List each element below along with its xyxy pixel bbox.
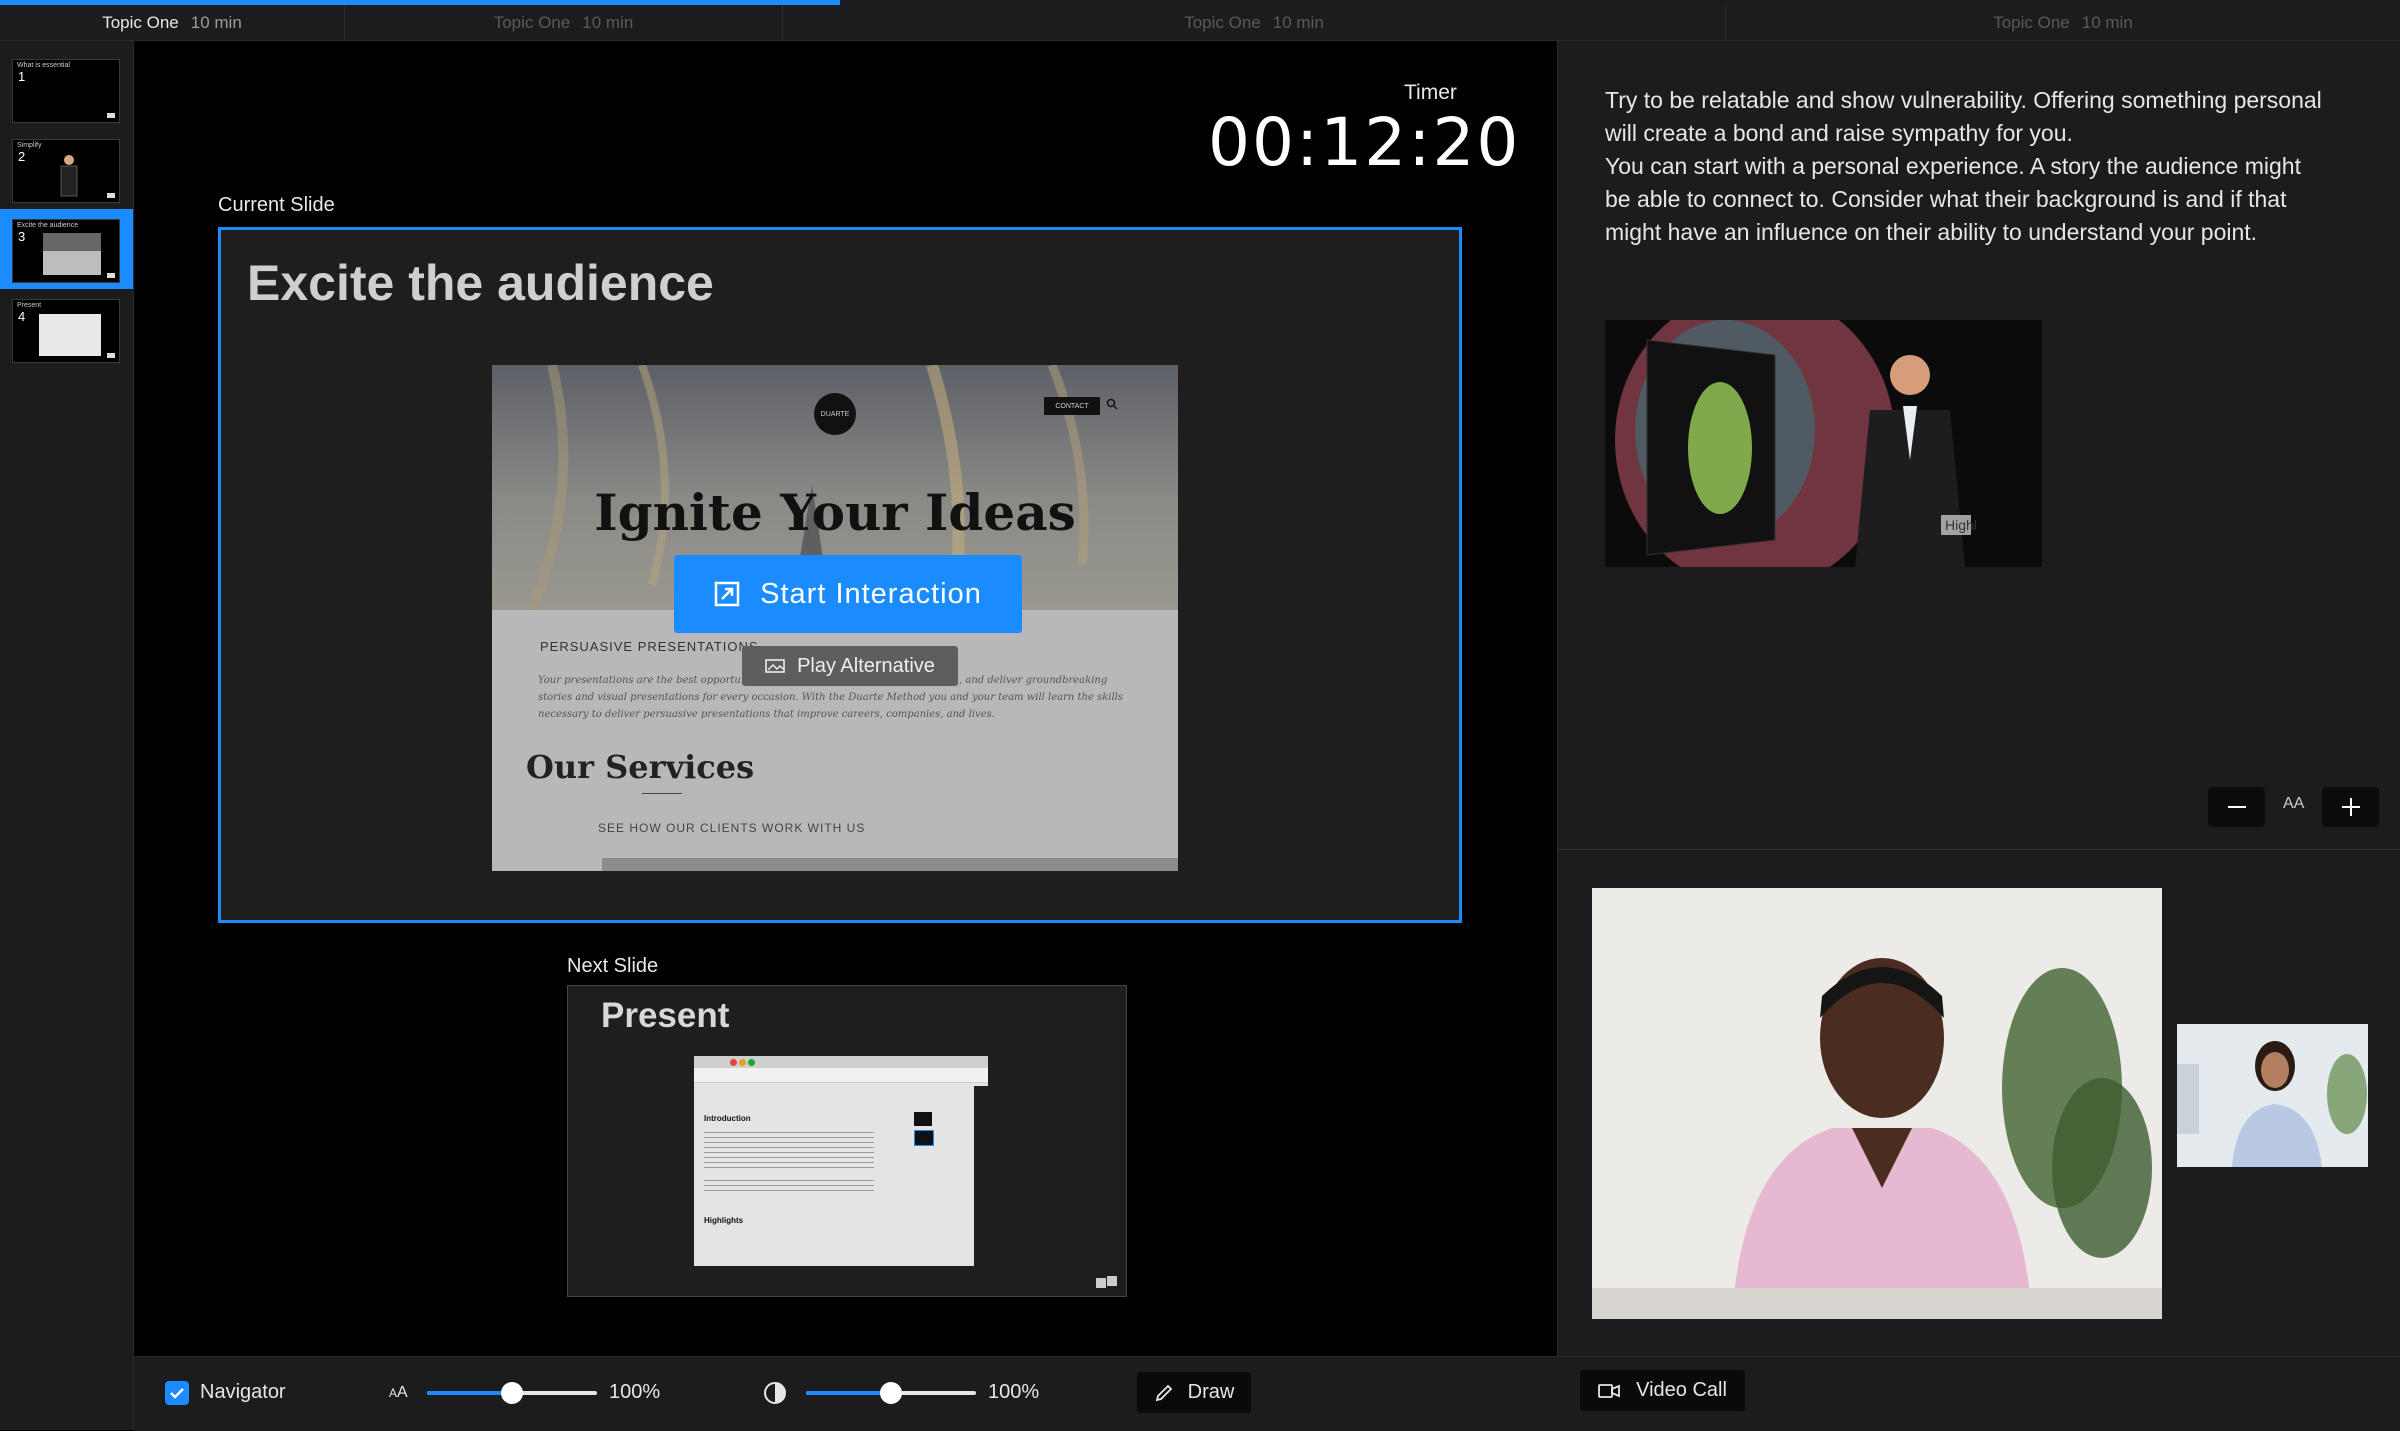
contrast-slider-fill (806, 1391, 891, 1395)
interaction-badge-icon (1096, 1276, 1117, 1288)
preview-heading: Introduction (704, 1114, 751, 1123)
next-slide-preview: Introduction Highlights (694, 1056, 988, 1266)
web-section-label: PERSUASIVE PRESENTATIONS (540, 639, 759, 654)
web-clients-link: SEE HOW OUR CLIENTS WORK WITH US (598, 821, 866, 835)
web-image-strip (602, 858, 1178, 871)
search-icon (1106, 398, 1118, 413)
thumbnail-preview (39, 314, 101, 356)
slide-thumbnail-4[interactable]: Present 4 (0, 289, 133, 369)
video-camera-icon (1598, 1383, 1620, 1398)
open-external-icon (714, 581, 740, 607)
slide-title: Excite the audience (247, 255, 714, 311)
font-scale-slider-knob[interactable] (501, 1382, 523, 1404)
topic-duration: 10 min (1272, 12, 1324, 32)
video-call-self-view (2177, 1024, 2368, 1167)
interaction-badge-icon (107, 353, 115, 358)
contact-link: CONTACT (1044, 397, 1100, 415)
notes-image: Highl (1605, 320, 2042, 567)
thumbnail-number: 2 (18, 149, 26, 164)
notes-paragraph: You can start with a personal experience… (1605, 153, 2301, 245)
start-interaction-button[interactable]: Start Interaction (674, 555, 1022, 633)
interaction-badge-icon (107, 273, 115, 278)
decrease-font-button[interactable] (2208, 787, 2265, 827)
draw-button[interactable]: Draw (1137, 1372, 1251, 1413)
interaction-badge-icon (107, 193, 115, 198)
slide-thumbnail-3[interactable]: Excite the audience 3 (0, 209, 133, 289)
window-titlebar (694, 1056, 988, 1068)
text-size-icon: AA (389, 1384, 408, 1401)
next-slide-frame[interactable]: Present Introduction Highlights (567, 985, 1127, 1297)
topic-segment-1[interactable]: Topic One 10 min (0, 5, 345, 40)
thumbnail-number: 1 (18, 69, 26, 84)
play-alternative-button[interactable]: Play Alternative (742, 646, 958, 686)
video-call-main-participant (1592, 888, 2162, 1319)
duarte-logo: DUARTE (814, 393, 856, 435)
topic-duration: 10 min (582, 12, 634, 32)
topic-segment-4[interactable]: Topic One 10 min (1726, 5, 2400, 40)
topic-duration: 10 min (2081, 12, 2133, 32)
topic-name: Topic One (493, 12, 571, 32)
image-icon (765, 659, 785, 673)
current-slide-label: Current Slide (218, 194, 335, 216)
checkmark-icon (170, 1388, 184, 1399)
pencil-icon (1155, 1384, 1172, 1401)
contrast-value: 100% (988, 1381, 1040, 1403)
speaker-notes: Try to be relatable and show vulnerabili… (1605, 84, 2325, 249)
font-scale-value: 100% (609, 1381, 661, 1403)
thumbnail-number: 4 (18, 309, 26, 324)
video-call-button[interactable]: Video Call (1580, 1370, 1745, 1411)
contrast-slider-knob[interactable] (880, 1382, 902, 1404)
font-scale-slider-fill (427, 1391, 512, 1395)
thumbnail-title: Simplify (17, 142, 42, 149)
timer-label: Timer (1404, 81, 1457, 104)
start-interaction-label: Start Interaction (760, 577, 982, 610)
speaker-on-stage-image: Highl (1605, 320, 2042, 567)
slide-thumbnail-2[interactable]: Simplify 2 (0, 129, 133, 209)
topic-duration: 10 min (190, 12, 242, 32)
divider (1558, 849, 2400, 850)
font-size-label: AA (2283, 795, 2305, 812)
navigator-checkbox[interactable] (165, 1381, 189, 1405)
divider (642, 793, 682, 794)
topic-segment-2[interactable]: Topic One 10 min (345, 5, 783, 40)
increase-font-button[interactable] (2322, 787, 2379, 827)
slide-navigator-sidebar: What is essential 1 Simplify 2 Excite th… (0, 41, 134, 1430)
thumbnail-title: Excite the audience (17, 222, 79, 229)
topic-segment-3[interactable]: Topic One 10 min (783, 5, 1726, 40)
web-headline: Ignite Your Ideas (594, 483, 1076, 542)
minus-icon (2227, 806, 2246, 808)
thumbnail-title: Present (17, 302, 42, 309)
image-caption-text: Highl (1945, 517, 1977, 533)
next-slide-label: Next Slide (567, 955, 659, 977)
notes-paragraph: Try to be relatable and show vulnerabili… (1605, 87, 2322, 146)
slide-thumbnail-1[interactable]: What is essential 1 (0, 49, 133, 129)
timer-value: 00:12:20 (1208, 104, 1521, 181)
topic-name: Topic One (102, 12, 179, 32)
thumbnail-title: What is essential (17, 62, 70, 69)
self-view-video-image (2177, 1024, 2368, 1167)
thumbnail-preview (43, 233, 101, 275)
speaker-figure-icon (60, 155, 78, 197)
preview-highlights: Highlights (704, 1216, 744, 1225)
topic-name: Topic One (1993, 12, 2070, 32)
video-call-label: Video Call (1636, 1379, 1727, 1401)
participant-video-image (1592, 888, 2162, 1319)
draw-button-label: Draw (1187, 1381, 1235, 1403)
next-slide-title: Present (601, 996, 730, 1035)
interaction-badge-icon (107, 113, 115, 118)
play-alternative-label: Play Alternative (797, 654, 935, 677)
navigator-label: Navigator (200, 1381, 286, 1403)
plus-icon (2341, 798, 2360, 816)
thumbnail-number: 3 (18, 229, 26, 244)
contrast-icon (763, 1381, 787, 1410)
topic-name: Topic One (1184, 12, 1261, 32)
web-services-heading: Our Services (526, 748, 755, 786)
